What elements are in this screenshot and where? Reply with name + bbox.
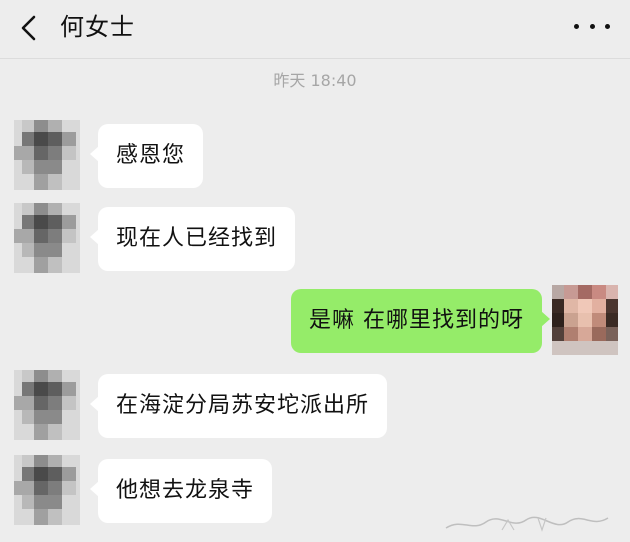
my-avatar[interactable]	[552, 285, 618, 355]
incoming-message-bubble[interactable]: 现在人已经找到	[98, 207, 296, 271]
contact-avatar[interactable]	[14, 203, 80, 273]
chevron-left-icon	[21, 15, 36, 41]
incoming-message-bubble[interactable]: 感恩您	[98, 124, 204, 188]
ellipsis-icon	[574, 23, 579, 29]
chat-title: 何女士	[60, 13, 135, 41]
contact-avatar[interactable]	[14, 120, 80, 190]
contact-avatar[interactable]	[14, 455, 80, 525]
watermark-graphic	[445, 516, 609, 532]
message-row: 在海淀分局苏安坨派出所	[0, 370, 630, 444]
more-options-button[interactable]	[574, 14, 610, 38]
outgoing-message-bubble[interactable]: 是嘛 在哪里找到的呀	[291, 289, 542, 353]
incoming-message-bubble[interactable]: 他想去龙泉寺	[98, 459, 273, 523]
header-divider	[0, 58, 630, 59]
message-row: 感恩您	[0, 120, 630, 194]
chat-header: 何女士	[0, 0, 630, 58]
message-timestamp: 昨天 18:40	[273, 71, 357, 90]
incoming-message-bubble[interactable]: 在海淀分局苏安坨派出所	[98, 374, 388, 438]
back-button[interactable]	[14, 12, 44, 44]
message-row: 是嘛 在哪里找到的呀	[0, 285, 630, 359]
message-row: 现在人已经找到	[0, 203, 630, 277]
contact-avatar[interactable]	[14, 370, 80, 440]
